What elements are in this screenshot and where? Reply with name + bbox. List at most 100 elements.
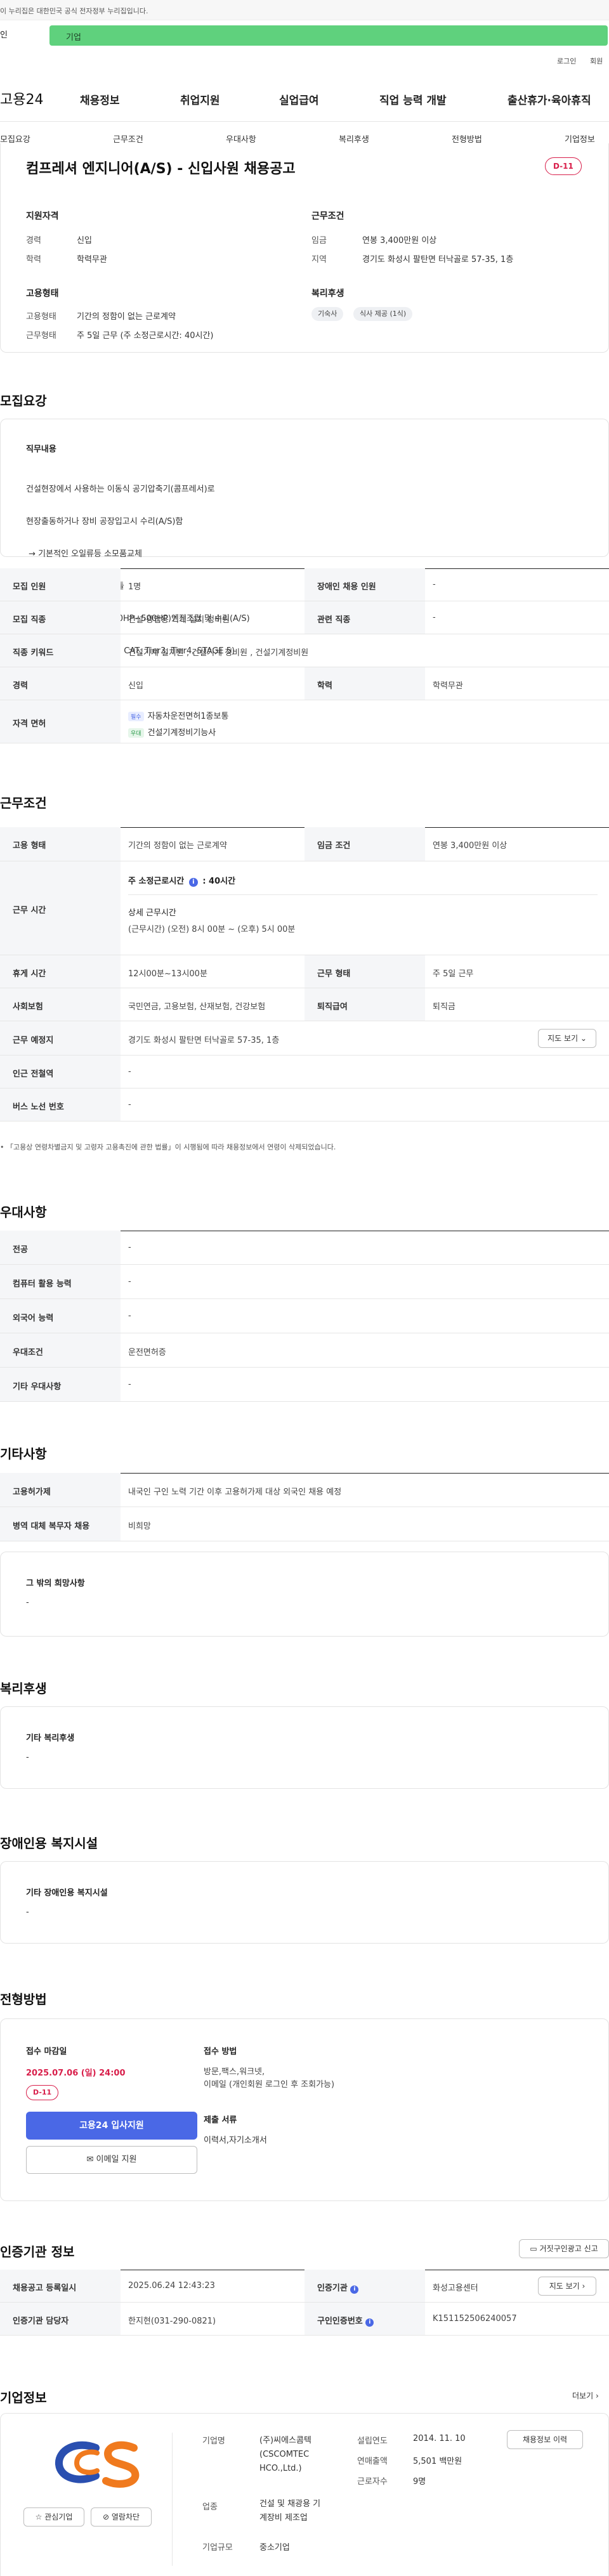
row-key: 외국어 능력 [13,1314,54,1323]
row-value: - [128,1380,131,1389]
row-key: 모집 인원 [13,582,46,592]
row-value: 운전면허증 [128,1348,166,1357]
login-link[interactable]: 로그인 [557,56,576,66]
license-item: 우대 건설기계정비기능사 [128,726,216,738]
est-value: 2014. 11. 10 [413,2434,466,2443]
nav-item-training[interactable]: 직업 능력 개발 [379,91,447,107]
info-icon[interactable]: i [350,2285,359,2294]
etc-wish-title: 그 밖의 희망사항 [26,1579,85,1588]
table-row: 기타 우대사항 - [0,1368,609,1402]
row-value: 1명 [128,582,141,592]
row-value: 건설기계 설치원 , 건설기계 정비원 , 건설기계정비원 [128,648,309,658]
emp-count-label: 근로자수 [357,2477,388,2487]
cert-map-button-label: 지도 보기 [549,2282,580,2291]
duty-line: 건설현장에서 사용하는 이동식 공기압축기(콤프레서)로 [26,485,215,494]
row-key: 휴게 시간 [13,969,46,979]
etc-wish-value: - [26,1598,29,1607]
license-item: 필수 자동차운전면허1종보통 [128,709,228,721]
search-input[interactable]: 기업 [49,25,608,46]
fav-company-button[interactable]: ☆ 관심기업 [23,2507,84,2527]
row-key: 근무 예정지 [13,1036,54,1045]
pay-value: 연봉 3,400만원 이상 [362,236,437,245]
table-row: 우대조건 운전면허증 [0,1333,609,1368]
company-more-link[interactable]: 더보기 › [572,2390,599,2401]
career-label: 경력 [26,236,41,245]
site-logo[interactable]: 고용24 [0,88,43,108]
company-name-label: 기업명 [202,2436,225,2446]
table-row: 컴퓨터 활용 능력 - [0,1265,609,1299]
row-key: 자격 면허 [13,719,46,729]
table-row: 근무 시간 주 소정근로시간 i : 40시간 상세 근무시간 (근무시간) (… [0,861,609,955]
block-company-label: 열람차단 [111,2513,140,2521]
row-key: 사회보험 [13,1002,43,1012]
table-row: 모집 직종 건설·광업용 기계 설치·정비원 관련 직종 - [0,601,609,634]
row-value: - [433,613,436,622]
job-history-button[interactable]: 채용정보 이력 [507,2430,583,2449]
row-value: - [433,580,436,589]
nav-item-jobs[interactable]: 채용정보 [80,91,120,107]
table-row: 인증기관 담당자 한지현(031-290-0821) 구인인증번호 i K151… [0,2303,609,2336]
cert-map-button[interactable]: 지도 보기 › [538,2277,596,2296]
row-value: 경기도 화성시 팔탄면 터낙골로 57-35, 1층 [128,1036,280,1045]
fav-company-label: 관심기업 [44,2513,73,2521]
duty-line: → 기본적인 오일류등 소모품교체 [26,549,142,559]
table-row: 채용공고 등록일시 2025.06.24 12:43:23 인증기관 i 화성고… [0,2270,609,2303]
report-button-label: 거짓구인광고 신고 [539,2244,598,2253]
emp-title: 고용형태 [26,289,59,299]
row-value: 퇴직금 [433,1002,455,1012]
job-title: 컴프레셔 엔지니어(A/S) - 신입사원 채용공고 [26,161,296,177]
nav-item-unemployment[interactable]: 실업급여 [279,91,319,107]
email-apply-button[interactable]: ✉ 이메일 지원 [26,2146,197,2174]
docs-value: 이력서,자기소개서 [204,2136,267,2145]
info-icon[interactable]: i [188,878,198,887]
dday-badge: D-11 [545,157,582,175]
join-link[interactable]: 회원 [590,56,603,66]
row-key: 컴퓨터 활용 능력 [13,1279,72,1289]
company-name-value: (주)씨에스콤텍 (CSCOMTEC HCO.,Ltd.) [259,2434,311,2476]
row-value: 12시00분~13시00분 [128,969,207,979]
chip-meal: 식사 제공 (1식) [353,307,413,321]
cert-no-label: 구인인증번호 [317,2317,363,2326]
search-type-select[interactable]: 인 [0,25,51,46]
row-key: 고용허가제 [13,1487,51,1497]
detail-time-title: 상세 근무시간 [128,908,176,918]
nav-item-leave[interactable]: 출산휴가·육아휴직 [508,91,591,107]
row-value: 국민연금, 고용보험, 산재보험, 건강보험 [128,1002,266,1012]
star-icon: ☆ [35,2513,43,2521]
table-row: 휴게 시간 12시00분~13시00분 근무 형태 주 5일 근무 [0,955,609,988]
sales-label: 연매출액 [357,2457,388,2466]
report-button[interactable]: ▭ 거짓구인광고 신고 [519,2239,609,2258]
row-key: 관련 직종 [317,615,351,625]
nav-item-employment-support[interactable]: 취업지원 [180,91,220,107]
qual-title: 지원자격 [26,211,59,221]
industry-value: 건설 및 채광용 기 계장비 제조업 [259,2497,320,2525]
table-row: 전공 - [0,1231,609,1265]
duty-line: 현장출동하거나 장비 공장입고시 수리(A/S)함 [26,517,183,526]
table-row: 근무 예정지 경기도 화성시 팔탄면 터낙골로 57-35, 1층 지도 보기 … [0,1021,609,1056]
row-value: - [128,1100,131,1109]
chevron-right-icon: › [595,2391,599,2400]
apply-button[interactable]: 고용24 입사지원 [26,2112,197,2140]
chevron-down-icon: ⌄ [580,1034,587,1043]
table-row: 버스 노선 번호 - [0,1089,609,1121]
info-icon[interactable]: i [365,2318,374,2327]
block-company-button[interactable]: ⊘ 열람차단 [91,2507,152,2527]
docs-title: 제출 서류 [204,2115,237,2125]
duty-box: 직무내용 건설현장에서 사용하는 이동식 공기압축기(콤프레서)로 현장출동하거… [0,419,609,656]
deadline-dday: D-11 [26,2085,59,2100]
recruit-section-title: 모집요강 [0,393,47,409]
table-row: 인근 전철역 - [0,1056,609,1089]
row-key: 기타 우대사항 [13,1382,62,1392]
chip-dorm: 기숙사 [311,307,344,321]
map-button[interactable]: 지도 보기 ⌄ [538,1029,596,1048]
email-apply-label: 이메일 지원 [96,2155,137,2164]
row-value: - [128,1311,131,1321]
process-box: 접수 마감일 2025.07.06 (일) 24:00 D-11 고용24 입사… [0,2018,609,2201]
row-value: 한지현(031-290-0821) [128,2317,216,2326]
row-key: 직종 키워드 [13,648,54,658]
company-logo: CS [51,2434,147,2491]
emptype-label: 고용형태 [26,312,56,322]
row-key: 장애인 채용 인원 [317,582,376,592]
cond-title: 근무조건 [311,211,344,221]
license-name: 건설기계정비기능사 [147,728,216,738]
